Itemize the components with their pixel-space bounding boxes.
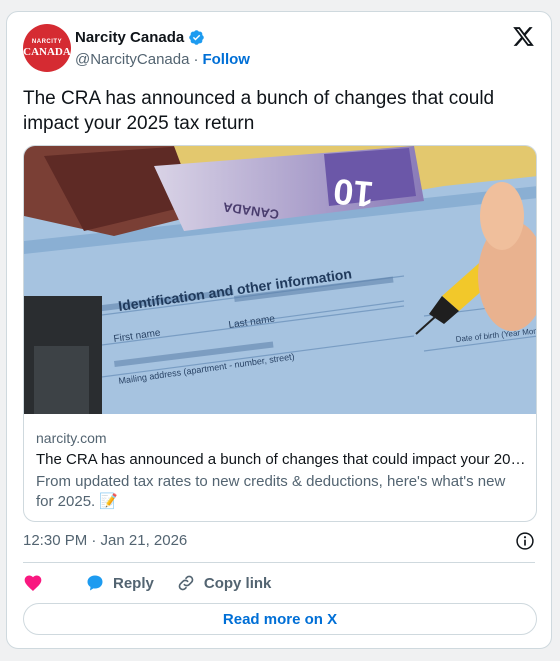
action-bar: Reply Copy link — [23, 571, 293, 595]
verified-badge-icon — [189, 30, 204, 45]
reply-label: Reply — [113, 574, 154, 592]
separator-dot: · — [193, 51, 199, 68]
reply-button[interactable]: Reply — [85, 573, 154, 593]
link-description: From updated tax rates to new credits & … — [36, 473, 506, 510]
avatar-text-top: NARCITY — [31, 38, 63, 45]
link-icon — [178, 575, 194, 591]
account-handle[interactable]: @NarcityCanada — [75, 51, 189, 68]
tweet-text: The CRA has announced a bunch of changes… — [23, 88, 495, 134]
link-preview-card[interactable]: Identification and other information Fir… — [23, 145, 537, 522]
account-name[interactable]: Narcity Canada — [75, 29, 184, 46]
follow-button[interactable]: Follow — [202, 51, 250, 68]
tweet-card: NARCITY CANADA Narcity Canada @NarcityCa… — [6, 11, 552, 649]
avatar-text-bottom: CANADA — [23, 45, 71, 58]
read-more-button[interactable]: Read more on X — [23, 603, 537, 635]
copy-link-label: Copy link — [203, 574, 272, 592]
x-logo-icon[interactable] — [512, 25, 535, 48]
like-button[interactable] — [23, 573, 51, 593]
banknote-number-text: 10 — [332, 171, 375, 215]
copy-link-button[interactable]: Copy link — [176, 573, 272, 593]
tweet-timestamp[interactable]: 12:30 PM · Jan 21, 2026 — [23, 532, 187, 549]
reply-bubble-icon — [87, 575, 103, 591]
divider — [23, 562, 535, 563]
info-icon[interactable] — [515, 531, 535, 551]
article-image[interactable]: Identification and other information Fir… — [24, 146, 537, 414]
link-domain[interactable]: narcity.com — [36, 430, 107, 446]
link-title[interactable]: The CRA has announced a bunch of changes… — [36, 451, 526, 468]
heart-icon — [24, 575, 42, 591]
avatar[interactable]: NARCITY CANADA — [23, 24, 71, 72]
